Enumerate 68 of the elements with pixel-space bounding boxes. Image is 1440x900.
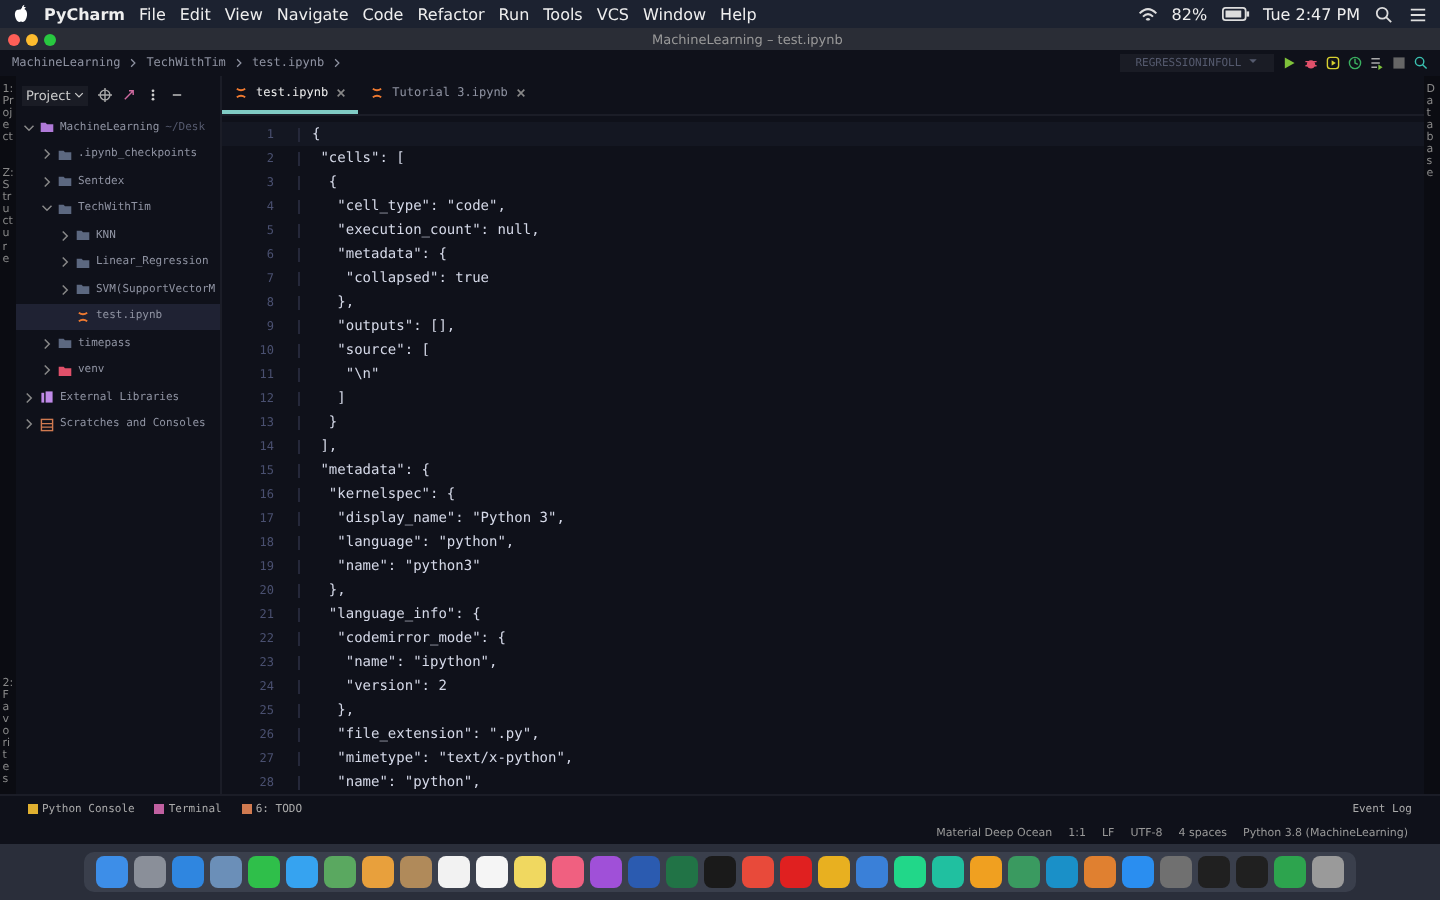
chevron-right-icon[interactable]: [42, 148, 52, 161]
profile-icon[interactable]: [1348, 56, 1362, 70]
battery-percentage: 82%: [1171, 5, 1208, 23]
notebook-icon: [370, 86, 385, 100]
menu-item[interactable]: View: [224, 5, 263, 23]
bug-icon[interactable]: [1304, 56, 1318, 70]
scratches-icon: [40, 417, 54, 432]
tool-icon: [241, 804, 252, 814]
menu-clock[interactable]: Tue 2:47 PM: [1263, 5, 1360, 23]
search-icon[interactable]: [1414, 56, 1428, 70]
chevron-right-icon: [233, 58, 244, 68]
run-icon[interactable]: [1282, 56, 1296, 70]
tool-icon: [154, 804, 165, 814]
app-icon[interactable]: [932, 856, 964, 888]
target-icon[interactable]: [98, 88, 113, 102]
app-icon[interactable]: [818, 856, 850, 888]
menu-item[interactable]: Refactor: [417, 5, 485, 23]
menu-item[interactable]: Code: [362, 5, 404, 23]
notebook-icon: [76, 309, 90, 324]
tool-icon: [28, 804, 38, 814]
chevron-right-icon[interactable]: [60, 256, 70, 269]
zoom-button[interactable]: [44, 33, 56, 45]
chevron-right-icon[interactable]: [24, 391, 34, 404]
notebook-icon: [234, 86, 248, 100]
run-list-icon[interactable]: [1370, 56, 1384, 70]
apple-icon[interactable]: [12, 4, 30, 24]
collapse-icon[interactable]: [122, 88, 137, 102]
menu-item[interactable]: Run: [498, 5, 530, 23]
close-icon[interactable]: [515, 88, 526, 98]
chevron-right-icon: [332, 58, 343, 68]
app-icon[interactable]: [476, 856, 508, 888]
battery-icon[interactable]: [1221, 6, 1250, 22]
chevron-down-icon[interactable]: [41, 203, 53, 214]
close-button[interactable]: [8, 33, 20, 45]
chevron-down-icon[interactable]: [23, 122, 35, 133]
chevron-right-icon[interactable]: [42, 175, 52, 188]
menu-item[interactable]: Help: [720, 5, 757, 23]
stop-icon[interactable]: [1392, 56, 1406, 70]
menu-item[interactable]: File: [138, 5, 166, 23]
minimize-button[interactable]: [26, 33, 38, 45]
menu-item[interactable]: Tools: [543, 5, 583, 23]
menu-item[interactable]: VCS: [596, 5, 629, 23]
chevron-right-icon[interactable]: [24, 418, 34, 431]
menu-item[interactable]: Edit: [179, 5, 211, 23]
caret-icon: [74, 89, 85, 99]
menu-list-icon[interactable]: [1408, 5, 1428, 23]
chevron-right-icon[interactable]: [42, 364, 52, 377]
close-icon[interactable]: [336, 88, 347, 98]
menu-item[interactable]: Window: [643, 5, 707, 23]
coverage-icon[interactable]: [1326, 56, 1340, 70]
app-icon[interactable]: [438, 856, 470, 888]
minimize-icon[interactable]: [170, 88, 185, 102]
caret-icon: [1248, 56, 1258, 66]
chevron-right-icon[interactable]: [60, 229, 70, 242]
chevron-right-icon: [128, 58, 139, 68]
app-icon[interactable]: [286, 856, 318, 888]
app-icon[interactable]: [248, 856, 280, 888]
library-icon: [40, 390, 54, 405]
app-icon[interactable]: [362, 856, 394, 888]
menu-item[interactable]: Navigate: [276, 5, 349, 23]
search-icon[interactable]: [1374, 5, 1394, 23]
app-icon[interactable]: [894, 856, 926, 888]
chevron-right-icon[interactable]: [42, 337, 52, 350]
chevron-right-icon[interactable]: [60, 283, 70, 296]
app-icon[interactable]: [970, 856, 1002, 888]
app-menu[interactable]: PyCharm: [44, 5, 125, 23]
app-icon[interactable]: [514, 856, 546, 888]
wifi-icon[interactable]: [1137, 5, 1158, 23]
